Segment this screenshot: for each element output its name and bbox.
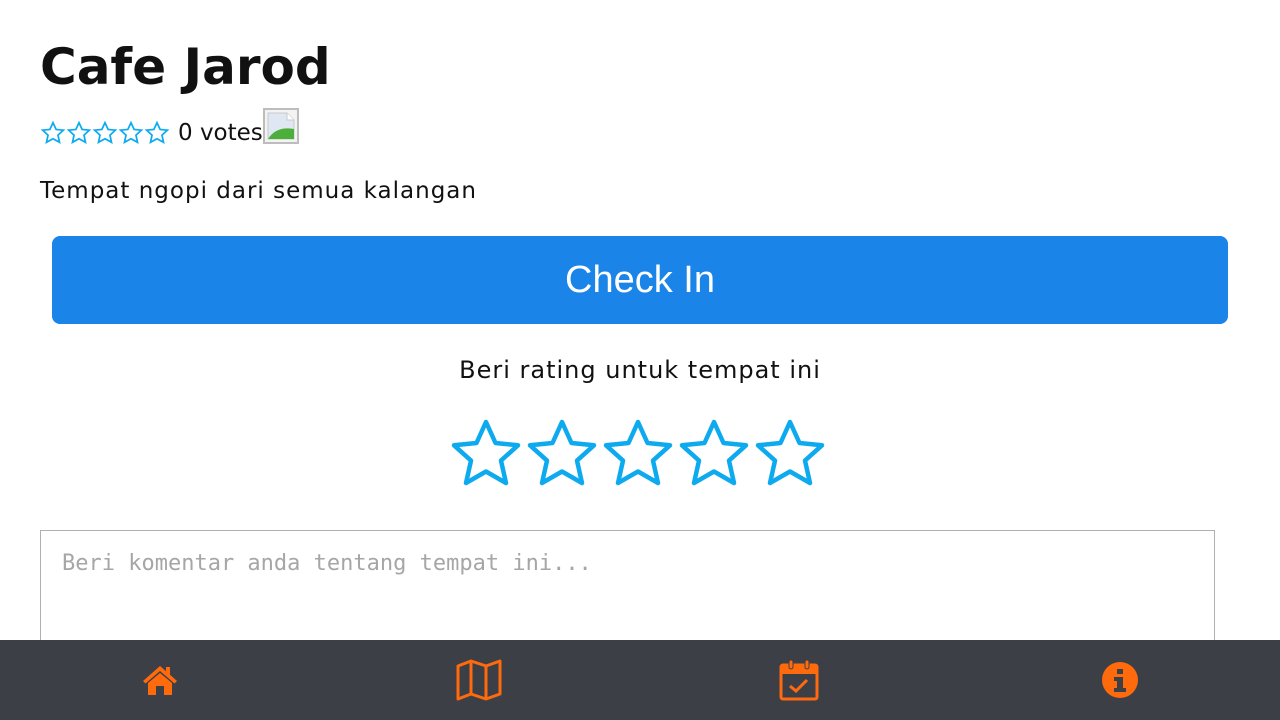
broken-image-icon [262, 108, 299, 144]
nav-home[interactable] [120, 640, 200, 720]
nav-map[interactable] [440, 640, 520, 720]
place-title: Cafe Jarod [40, 38, 331, 96]
map-icon [456, 659, 502, 701]
place-description: Tempat ngopi dari semua kalangan [40, 178, 477, 204]
rating-summary: 0 votes [40, 104, 299, 148]
home-icon [143, 666, 177, 695]
rate-star-1[interactable] [448, 418, 524, 494]
star-outline-icon [118, 120, 144, 144]
nav-calendar[interactable] [759, 640, 839, 720]
star-outline-icon [66, 120, 92, 144]
star-outline-icon [92, 120, 118, 144]
check-in-button[interactable]: Check In [52, 236, 1228, 324]
rate-prompt: Beri rating untuk tempat ini [459, 356, 821, 384]
votes-count: 0 votes [178, 120, 263, 146]
star-outline-icon [144, 120, 170, 144]
rate-star-5[interactable] [752, 418, 828, 494]
info-icon [1102, 662, 1138, 698]
rate-star-2[interactable] [524, 418, 600, 494]
rating-input [448, 418, 828, 494]
rate-star-3[interactable] [600, 418, 676, 494]
bottom-nav [0, 640, 1280, 720]
nav-info[interactable] [1080, 640, 1160, 720]
star-outline-icon [40, 120, 66, 144]
rate-star-4[interactable] [676, 418, 752, 494]
average-rating-stars [40, 120, 170, 146]
calendar-check-icon [779, 659, 819, 701]
